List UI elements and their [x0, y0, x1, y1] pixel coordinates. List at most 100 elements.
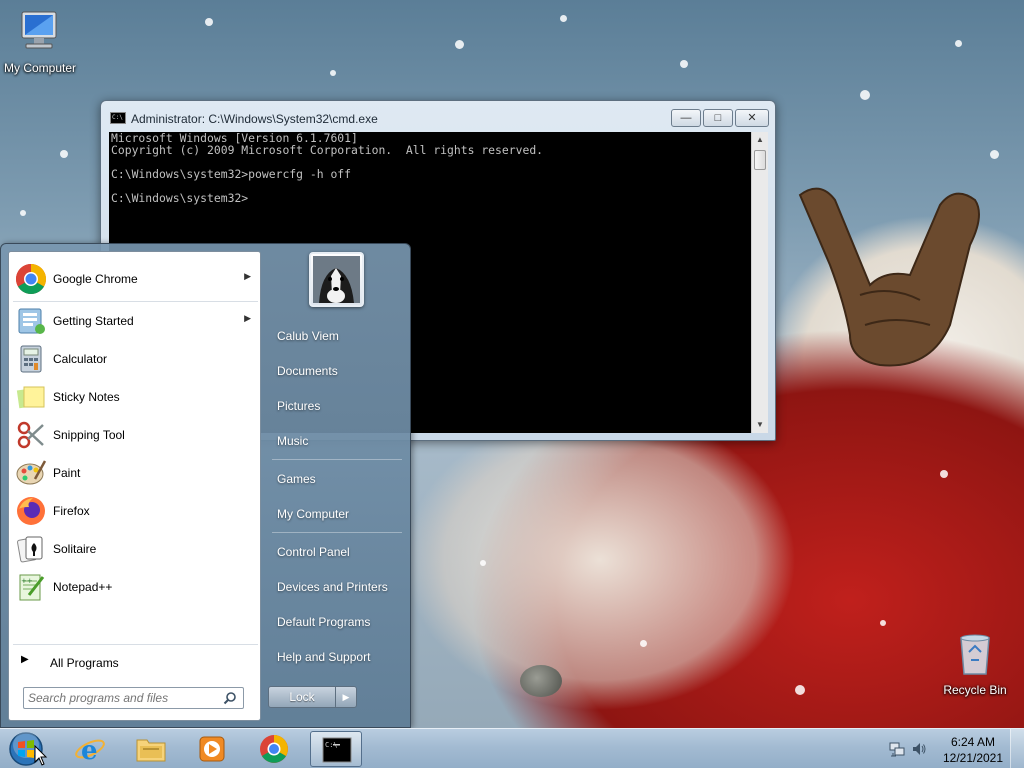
- program-google-chrome[interactable]: Google Chrome ▶: [12, 261, 257, 297]
- arrow-right-icon: ▶: [21, 654, 29, 665]
- maximize-icon: □: [714, 112, 722, 124]
- start-link-music[interactable]: Music: [266, 425, 404, 455]
- internet-explorer-icon: e: [75, 736, 105, 764]
- taskbar-chrome[interactable]: [248, 731, 300, 767]
- divider: [13, 301, 258, 302]
- snowflake: [480, 560, 486, 566]
- getting-started-icon: [18, 308, 45, 334]
- coat-button-illustration: [520, 665, 562, 697]
- minimize-icon: —: [680, 112, 692, 124]
- system-tray: 6:24 AM 12/21/2021: [885, 729, 1024, 768]
- start-link-default-programs[interactable]: Default Programs: [266, 606, 404, 636]
- dog-avatar-icon: [313, 256, 360, 303]
- program-sticky-notes[interactable]: Sticky Notes: [12, 379, 257, 415]
- program-label: Paint: [53, 466, 81, 480]
- program-paint[interactable]: Paint: [12, 455, 257, 491]
- clock-time[interactable]: 6:24 AM: [941, 735, 1005, 749]
- snowflake: [640, 640, 647, 647]
- maximize-button[interactable]: □: [703, 109, 733, 127]
- scroll-up-icon[interactable]: ▲: [752, 132, 768, 148]
- start-link-pictures[interactable]: Pictures: [266, 390, 404, 420]
- console-line: C:\Windows\system32>: [111, 191, 249, 205]
- glove-illustration: [798, 187, 980, 367]
- start-menu-programs-pane: Google Chrome ▶ Getting Started ▶ Calcul…: [8, 251, 261, 721]
- program-snipping-tool[interactable]: Snipping Tool: [12, 417, 257, 453]
- submenu-arrow-icon: ▶: [244, 271, 251, 281]
- desktop-icon-label: Recycle Bin: [943, 683, 1007, 697]
- network-icon[interactable]: [889, 741, 905, 757]
- snowflake: [940, 470, 948, 478]
- desktop-icon-my-computer[interactable]: My Computer: [0, 8, 80, 75]
- program-label: Solitaire: [53, 542, 97, 556]
- start-link-games[interactable]: Games: [266, 463, 404, 493]
- link-label: My Computer: [277, 507, 350, 521]
- show-desktop-button[interactable]: [1010, 729, 1024, 768]
- volume-icon[interactable]: [911, 741, 927, 757]
- command-prompt-icon: C:\: [110, 112, 126, 124]
- snowflake: [560, 15, 567, 22]
- all-programs-label: All Programs: [50, 656, 119, 670]
- minimize-button[interactable]: —: [671, 109, 701, 127]
- snowflake: [795, 685, 805, 695]
- taskbar-command-prompt[interactable]: C:\: [310, 731, 362, 767]
- program-label: Snipping Tool: [53, 428, 125, 442]
- taskbar-media-player[interactable]: [186, 731, 238, 767]
- search-box[interactable]: [23, 687, 244, 709]
- divider: [13, 644, 258, 645]
- start-link-help-support[interactable]: Help and Support: [266, 641, 404, 671]
- snowflake: [680, 60, 688, 68]
- program-solitaire[interactable]: Solitaire: [12, 531, 257, 567]
- taskbar-internet-explorer[interactable]: e: [64, 731, 116, 767]
- link-label: Default Programs: [277, 615, 371, 629]
- firefox-icon: [17, 497, 45, 525]
- clock-date[interactable]: 12/21/2021: [941, 751, 1005, 765]
- paint-palette-icon: [16, 460, 47, 485]
- user-avatar[interactable]: [309, 252, 364, 307]
- start-link-user[interactable]: Calub Viem: [266, 320, 404, 350]
- program-calculator[interactable]: Calculator: [12, 341, 257, 377]
- scroll-down-icon[interactable]: ▼: [752, 417, 768, 433]
- console-scrollbar[interactable]: ▲ ▼: [751, 132, 768, 433]
- mouse-cursor-icon: [34, 745, 48, 766]
- link-label: Pictures: [277, 399, 321, 413]
- media-player-icon: [199, 736, 225, 762]
- link-label: Games: [277, 472, 316, 486]
- taskbar-file-explorer[interactable]: [125, 731, 177, 767]
- cmd-titlebar[interactable]: C:\ Administrator: C:\Windows\System32\c…: [101, 101, 775, 131]
- search-input[interactable]: [28, 690, 218, 706]
- start-link-devices-printers[interactable]: Devices and Printers: [266, 571, 404, 601]
- snowflake: [880, 620, 886, 626]
- desktop-icon-recycle-bin[interactable]: Recycle Bin: [935, 630, 1015, 697]
- close-button[interactable]: ✕: [735, 109, 769, 127]
- submenu-arrow-icon: ▶: [244, 313, 251, 323]
- start-link-control-panel[interactable]: Control Panel: [266, 536, 404, 566]
- snowflake: [60, 150, 68, 158]
- console-line: Copyright (c) 2009 Microsoft Corporation…: [111, 143, 544, 157]
- link-label: Devices and Printers: [277, 580, 388, 594]
- snowflake: [990, 150, 999, 159]
- program-label: Calculator: [53, 352, 108, 366]
- start-link-my-computer[interactable]: My Computer: [266, 498, 404, 528]
- link-label: Calub Viem: [277, 329, 339, 343]
- command-prompt-icon: C:\: [322, 737, 352, 763]
- start-link-documents[interactable]: Documents: [266, 355, 404, 385]
- svg-text:e: e: [81, 736, 98, 764]
- divider: [272, 532, 402, 533]
- desktop-icon-label: My Computer: [3, 61, 77, 75]
- power-options-arrow-icon[interactable]: ▶: [335, 686, 357, 708]
- snowflake: [860, 90, 870, 100]
- recycle-bin-icon: [960, 634, 990, 675]
- scissors-icon: [17, 421, 44, 449]
- search-icon[interactable]: [223, 691, 237, 705]
- program-notepad-plus-plus[interactable]: ++ Notepad++: [12, 569, 257, 605]
- link-label: Control Panel: [277, 545, 350, 559]
- lock-button[interactable]: Lock: [268, 686, 336, 708]
- program-firefox[interactable]: Firefox: [12, 493, 257, 529]
- link-label: Help and Support: [277, 650, 371, 664]
- program-getting-started[interactable]: Getting Started ▶: [12, 303, 257, 339]
- svg-text:++: ++: [21, 577, 33, 585]
- scrollbar-thumb[interactable]: [754, 150, 766, 170]
- cmd-window-title: Administrator: C:\Windows\System32\cmd.e…: [131, 112, 378, 126]
- folder-icon: [136, 739, 166, 762]
- all-programs-button[interactable]: ▶ All Programs: [19, 652, 249, 672]
